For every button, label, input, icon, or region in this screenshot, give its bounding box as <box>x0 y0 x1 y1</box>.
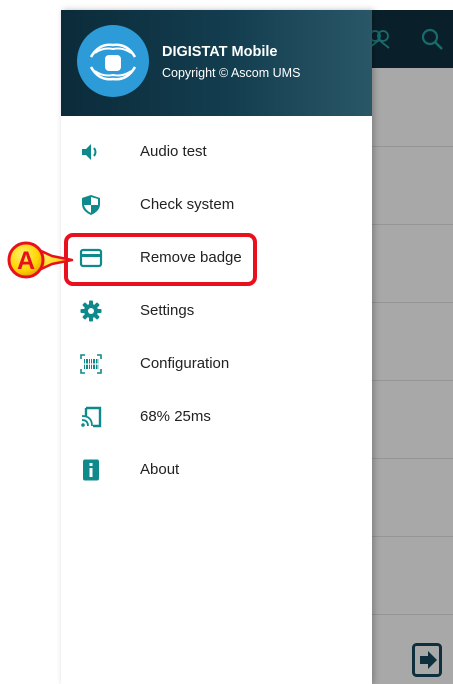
drawer-header: DIGISTAT Mobile Copyright © Ascom UMS <box>61 10 372 116</box>
copyright-text: Copyright © Ascom UMS <box>162 66 301 80</box>
menu-item-connection-status[interactable]: 68% 25ms <box>61 392 372 442</box>
info-icon <box>83 459 99 481</box>
navigation-drawer: DIGISTAT Mobile Copyright © Ascom UMS Au… <box>61 10 372 684</box>
menu-item-label: Audio test <box>140 143 207 160</box>
barcode-scan-icon <box>80 354 102 374</box>
gear-icon <box>80 300 102 322</box>
menu-item-settings[interactable]: Settings <box>61 286 372 336</box>
menu-item-label: Settings <box>140 302 195 319</box>
menu-item-audio-test[interactable]: Audio test <box>61 127 372 177</box>
callout-marker: A <box>7 241 74 279</box>
app-name: DIGISTAT Mobile <box>162 44 278 60</box>
menu-item-about[interactable]: About <box>61 445 372 495</box>
logout-icon[interactable] <box>412 643 442 677</box>
cast-icon <box>81 406 102 428</box>
menu-item-label: Check system <box>140 196 235 213</box>
speaker-icon <box>82 144 97 160</box>
menu-item-label: About <box>140 461 180 478</box>
menu-item-label: 68% 25ms <box>140 408 211 425</box>
menu-item-configuration[interactable]: Configuration <box>61 339 372 389</box>
shield-icon <box>82 195 100 215</box>
hands-logo-icon <box>89 43 137 81</box>
highlight-frame <box>64 233 257 286</box>
app-logo <box>77 25 149 97</box>
menu-item-label: Configuration <box>140 355 230 372</box>
callout-letter: A <box>17 247 35 275</box>
menu-item-check-system[interactable]: Check system <box>61 180 372 230</box>
